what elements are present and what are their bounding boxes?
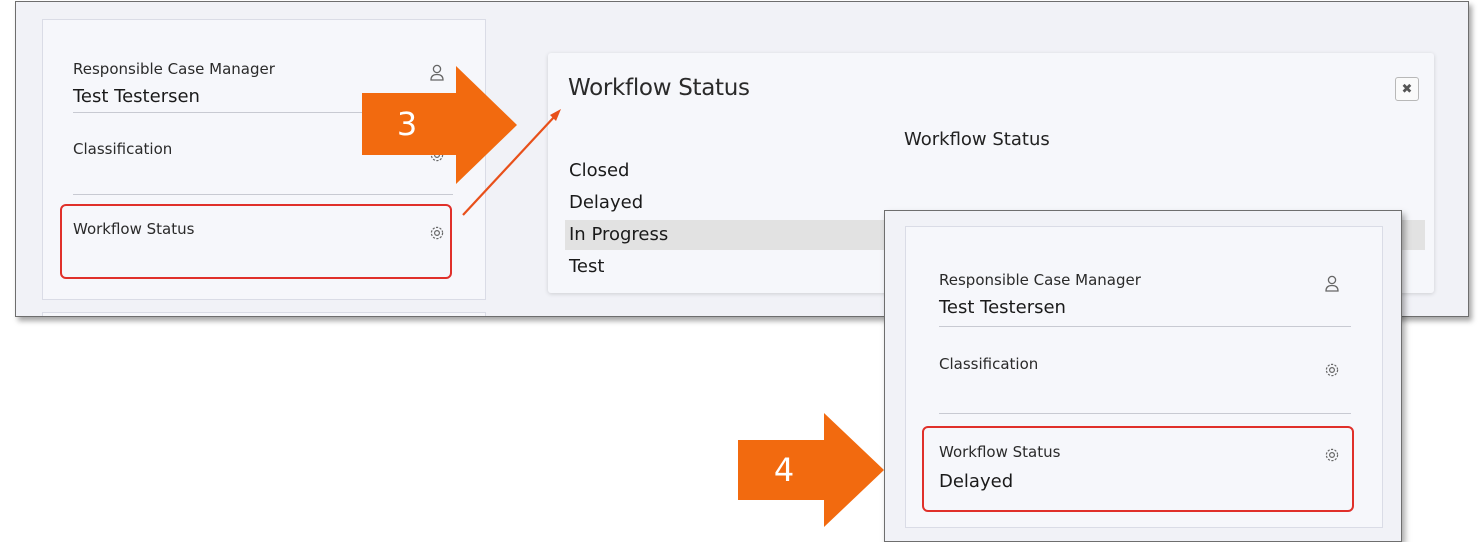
manager-value[interactable]: Test Testersen bbox=[73, 86, 200, 107]
user-icon[interactable] bbox=[1324, 275, 1340, 292]
step-number-3: 3 bbox=[362, 93, 452, 155]
manager-label: Responsible Case Manager bbox=[73, 60, 275, 78]
workflow-status-highlight bbox=[922, 426, 1354, 512]
step-number-4: 4 bbox=[738, 440, 830, 500]
divider bbox=[939, 326, 1351, 327]
classification-label: Classification bbox=[939, 355, 1039, 373]
dialog-title: Workflow Status bbox=[568, 75, 750, 101]
workflow-status-highlight bbox=[60, 204, 452, 279]
classification-label: Classification bbox=[73, 140, 173, 158]
option-closed[interactable]: Closed bbox=[565, 156, 1425, 186]
dialog-heading: Workflow Status bbox=[904, 129, 1050, 150]
manager-value[interactable]: Test Testersen bbox=[939, 297, 1066, 318]
divider bbox=[73, 194, 453, 195]
divider bbox=[939, 413, 1351, 414]
gear-icon[interactable] bbox=[1324, 362, 1340, 378]
close-icon[interactable]: ✖ bbox=[1395, 77, 1419, 101]
next-panel-edge bbox=[42, 312, 486, 316]
manager-label: Responsible Case Manager bbox=[939, 271, 1141, 289]
